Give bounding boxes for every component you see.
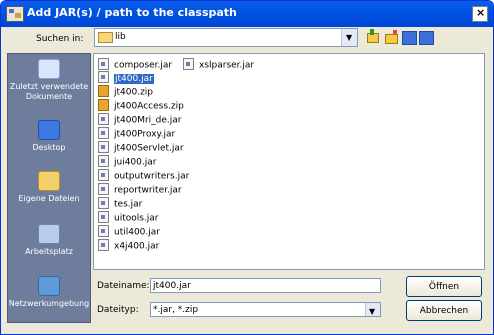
filetype-combo[interactable]: *.jar, *.zip ▼	[150, 302, 381, 317]
jar-file-icon	[98, 197, 109, 209]
list-item[interactable]: reportwriter.jar	[98, 183, 182, 197]
jar-file-icon	[98, 211, 109, 223]
list-item[interactable]: jt400.zip	[98, 85, 153, 99]
jar-file-icon	[98, 183, 109, 195]
open-button[interactable]: Öffnen	[406, 276, 482, 297]
zip-file-icon	[98, 99, 109, 111]
desktop-icon	[38, 120, 60, 140]
dialog-title: Add JAR(s) / path to the classpath	[27, 6, 237, 19]
list-item[interactable]: jui400.jar	[98, 155, 156, 169]
up-folder-icon[interactable]	[364, 29, 380, 45]
look-in-label: Suchen in:	[36, 34, 84, 44]
list-item[interactable]: outputwriters.jar	[98, 169, 189, 183]
jar-file-icon	[183, 58, 194, 70]
list-view-icon[interactable]	[402, 31, 417, 45]
jar-file-icon	[98, 71, 109, 83]
list-item[interactable]: tes.jar	[98, 197, 142, 211]
cancel-button[interactable]: Abbrechen	[406, 300, 482, 321]
list-item[interactable]: jt400Access.zip	[98, 99, 184, 113]
jar-file-icon	[98, 113, 109, 125]
place-my-documents[interactable]: Eigene Dateien	[8, 171, 90, 204]
recent-documents-icon	[38, 59, 60, 79]
filetype-label: Dateityp:	[97, 305, 139, 315]
chevron-down-icon: ▼	[369, 307, 376, 316]
place-desktop[interactable]: Desktop	[8, 120, 90, 153]
title-bar[interactable]: Add JAR(s) / path to the classpath ×	[1, 1, 493, 27]
jar-file-icon	[98, 225, 109, 237]
list-item[interactable]: xslparser.jar	[183, 58, 254, 72]
list-item[interactable]: uitools.jar	[98, 211, 159, 225]
filetype-dropdown-button[interactable]: ▼	[365, 303, 380, 316]
my-computer-icon	[38, 224, 60, 244]
file-list[interactable]: composer.jar jt400.jar jt400.zip jt400Ac…	[93, 53, 485, 270]
jar-file-icon	[98, 127, 109, 139]
place-network[interactable]: Netzwerkumgebung	[8, 276, 90, 309]
details-view-icon[interactable]	[419, 31, 434, 45]
folder-icon	[98, 32, 113, 43]
add-jar-dialog: Add JAR(s) / path to the classpath × Suc…	[0, 0, 494, 335]
list-item[interactable]: jt400.jar	[98, 71, 154, 85]
look-in-dropdown-button[interactable]: ▼	[341, 29, 357, 46]
zip-file-icon	[98, 85, 109, 97]
java-app-icon	[6, 6, 24, 22]
my-documents-icon	[38, 171, 60, 191]
place-my-computer[interactable]: Arbeitsplatz	[8, 224, 90, 257]
list-item[interactable]: jt400Mri_de.jar	[98, 113, 182, 127]
look-in-value: lib	[115, 32, 126, 42]
list-item[interactable]: composer.jar	[98, 58, 172, 72]
jar-file-icon	[98, 155, 109, 167]
jar-file-icon	[98, 141, 109, 153]
list-item[interactable]: x4j400.jar	[98, 239, 159, 253]
jar-file-icon	[98, 169, 109, 181]
filename-field[interactable]: jt400.jar	[150, 278, 381, 293]
list-item[interactable]: jt400Servlet.jar	[98, 141, 184, 155]
filename-label: Dateiname:	[97, 281, 150, 291]
look-in-combo[interactable]: lib ▼	[94, 28, 358, 47]
places-bar: Zuletzt verwendete Dokumente Desktop Eig…	[7, 53, 91, 323]
new-folder-icon[interactable]	[383, 29, 399, 45]
close-button[interactable]: ×	[472, 6, 488, 22]
network-icon	[38, 276, 60, 296]
jar-file-icon	[98, 239, 109, 251]
close-icon: ×	[476, 6, 486, 19]
filetype-value: *.jar, *.zip	[153, 305, 199, 315]
jar-file-icon	[98, 58, 109, 70]
chevron-down-icon: ▼	[346, 33, 353, 42]
place-recent[interactable]: Zuletzt verwendete Dokumente	[8, 59, 90, 102]
list-item[interactable]: jt400Proxy.jar	[98, 127, 175, 141]
list-item[interactable]: util400.jar	[98, 225, 160, 239]
